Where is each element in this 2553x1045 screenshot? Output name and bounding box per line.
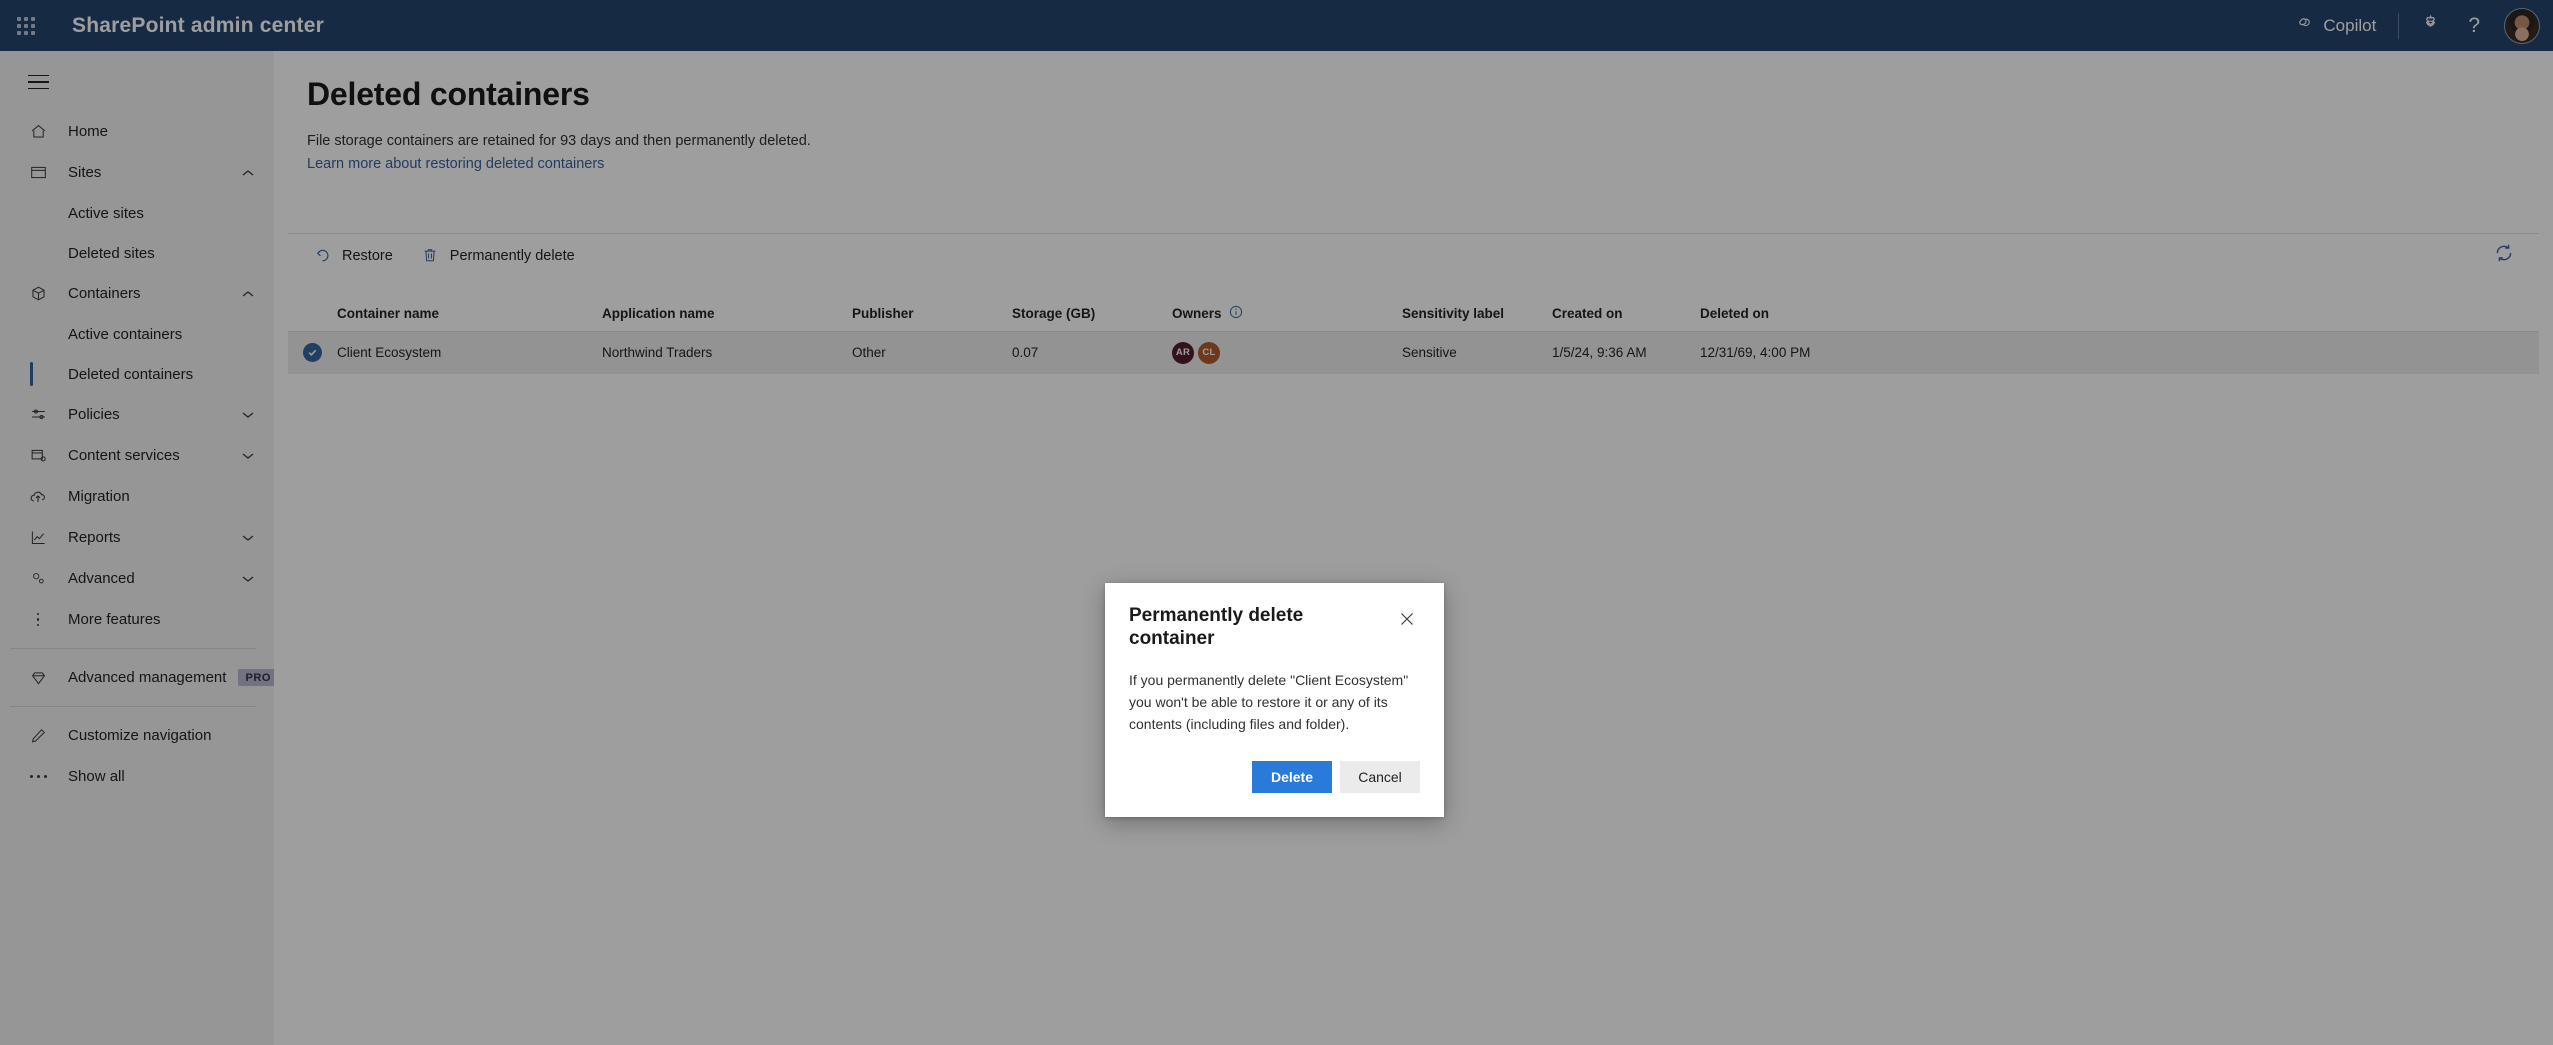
permanently-delete-dialog: Permanently delete container If you perm…	[1105, 583, 1444, 817]
dialog-title: Permanently delete container	[1129, 605, 1304, 649]
delete-button[interactable]: Delete	[1252, 760, 1332, 793]
modal-layer: Permanently delete container If you perm…	[0, 0, 2553, 1045]
cancel-button[interactable]: Cancel	[1340, 760, 1420, 793]
close-icon[interactable]	[1394, 606, 1420, 632]
dialog-actions: Delete Cancel	[1129, 760, 1420, 793]
dialog-body: If you permanently delete "Client Ecosys…	[1129, 671, 1409, 732]
dialog-header: Permanently delete container	[1129, 605, 1420, 651]
